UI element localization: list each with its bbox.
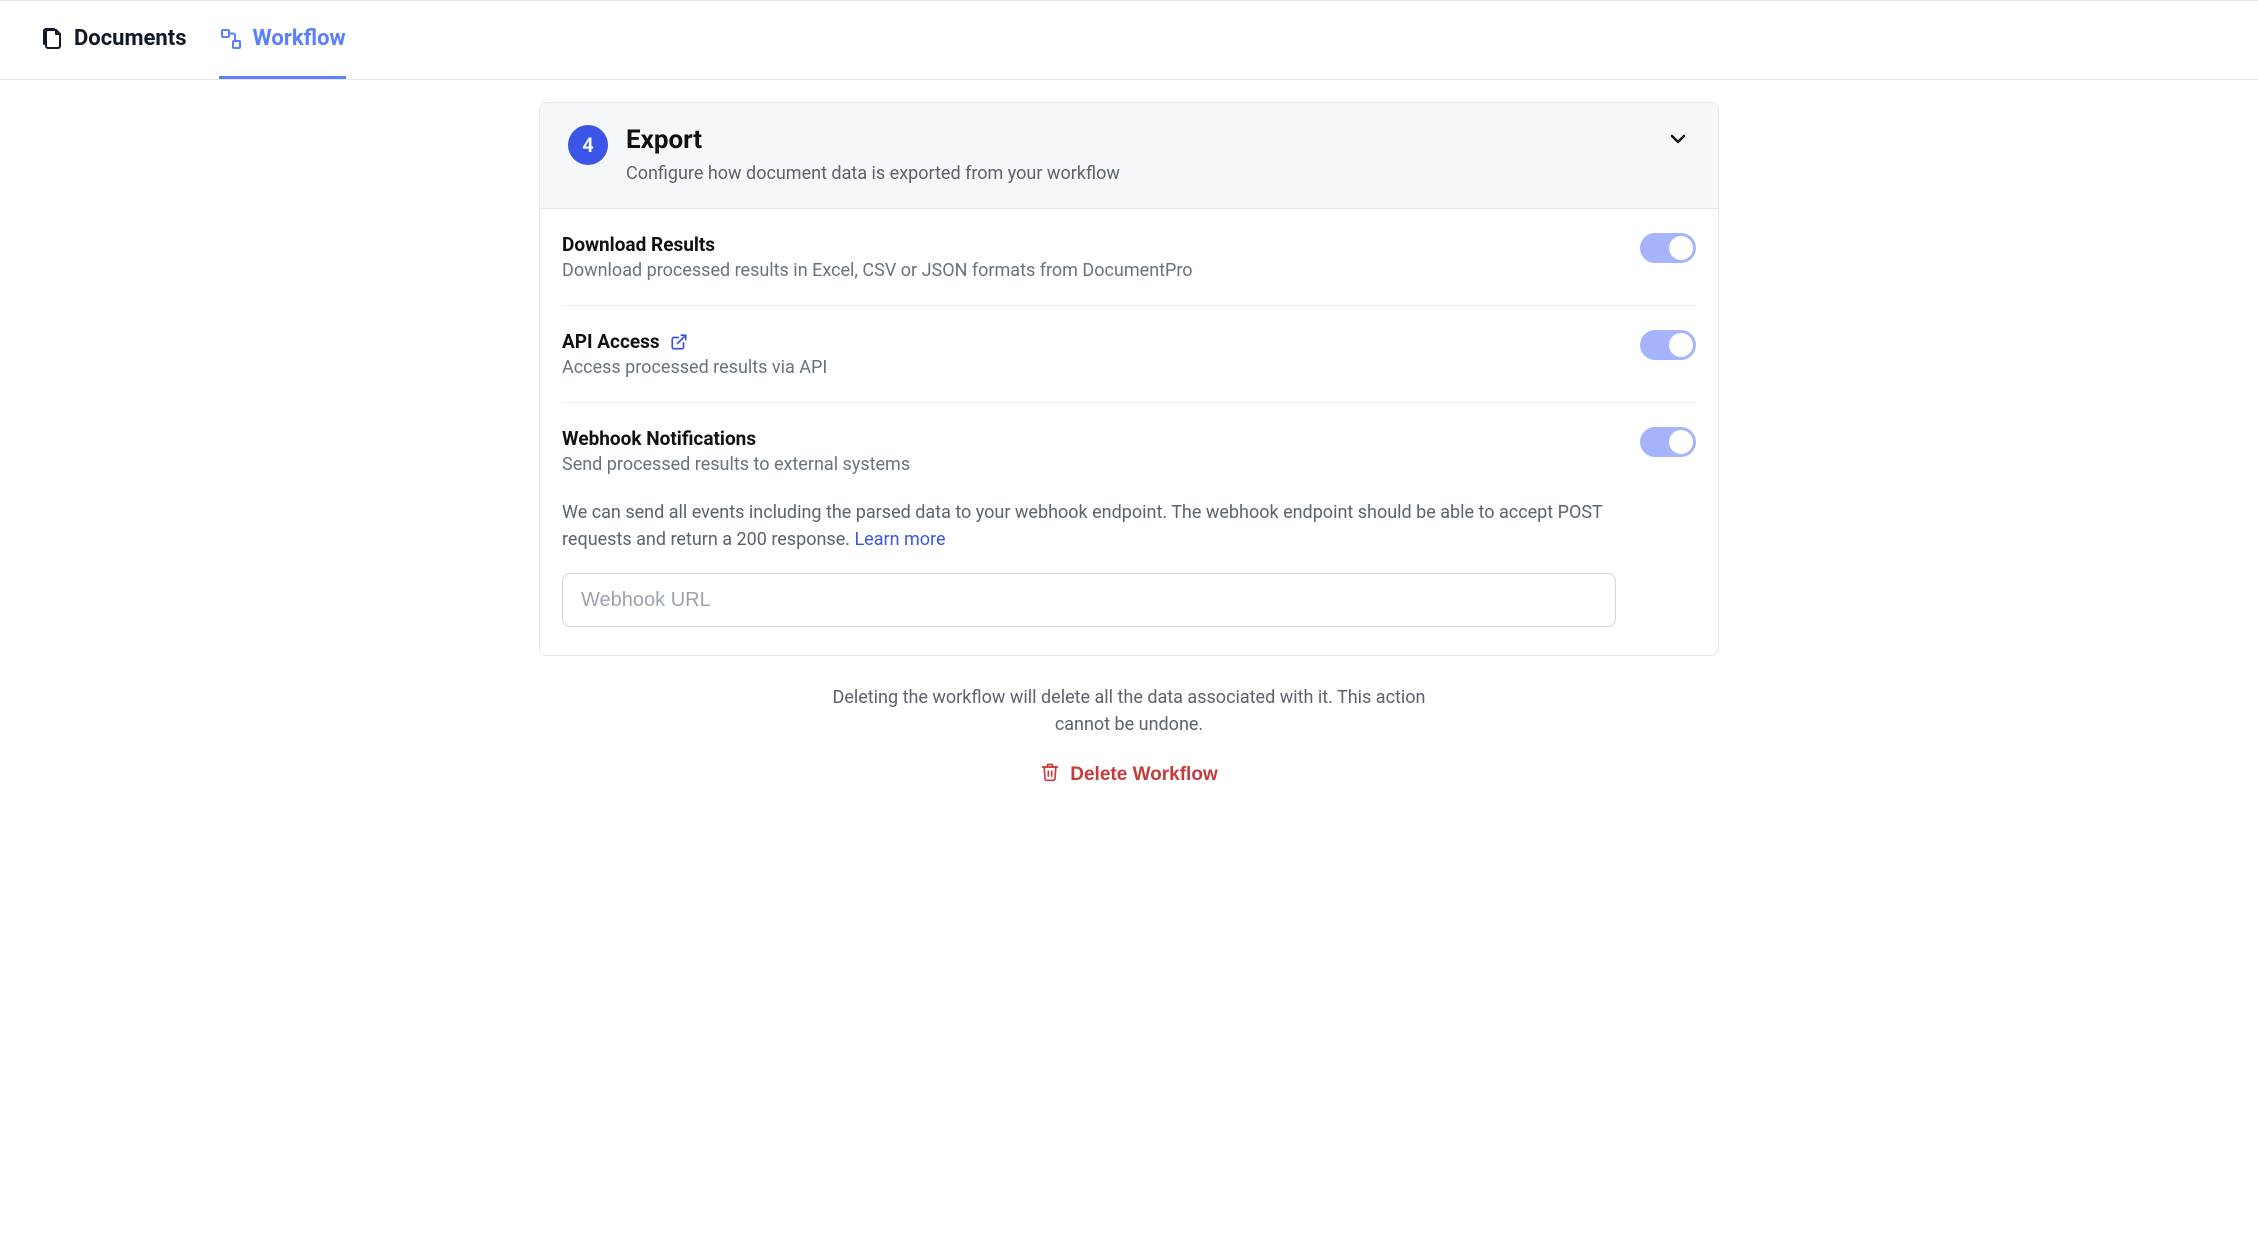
delete-workflow-label: Delete Workflow <box>1070 764 1217 786</box>
delete-workflow-button[interactable]: Delete Workflow <box>1040 762 1217 788</box>
step-badge: 4 <box>568 125 608 165</box>
content-area: 4 Export Configure how document data is … <box>539 102 1719 828</box>
webhook-url-input[interactable] <box>562 573 1616 627</box>
option-download: Download Results Download processed resu… <box>562 209 1696 306</box>
external-link-icon[interactable] <box>670 333 688 351</box>
webhook-help-text: We can send all events including the par… <box>562 499 1616 553</box>
tab-documents[interactable]: Documents <box>40 1 187 79</box>
tab-documents-label: Documents <box>74 26 187 51</box>
option-webhook-title: Webhook Notifications <box>562 427 1616 450</box>
delete-section: Deleting the workflow will delete all th… <box>539 684 1719 788</box>
tab-workflow[interactable]: Workflow <box>219 1 346 79</box>
option-api-title: API Access <box>562 330 660 353</box>
tabs-nav: Documents Workflow <box>0 0 2258 80</box>
option-api-desc: Access processed results via API <box>562 357 1616 378</box>
chevron-down-icon[interactable] <box>1666 127 1690 155</box>
panel-title: Export <box>626 125 1648 155</box>
option-download-desc: Download processed results in Excel, CSV… <box>562 260 1616 281</box>
documents-icon <box>40 27 64 51</box>
option-download-title: Download Results <box>562 233 1616 256</box>
trash-icon <box>1040 762 1060 788</box>
option-api: API Access Access processed results via … <box>562 306 1696 403</box>
option-webhook: Webhook Notifications Send processed res… <box>562 403 1696 655</box>
webhook-toggle[interactable] <box>1640 427 1696 457</box>
panel-body: Download Results Download processed resu… <box>540 209 1718 655</box>
learn-more-link[interactable]: Learn more <box>854 529 945 550</box>
export-panel: 4 Export Configure how document data is … <box>539 102 1719 656</box>
panel-subtitle: Configure how document data is exported … <box>626 163 1648 184</box>
download-toggle[interactable] <box>1640 233 1696 263</box>
step-number: 4 <box>582 133 593 157</box>
export-panel-header[interactable]: 4 Export Configure how document data is … <box>540 103 1718 209</box>
option-webhook-desc: Send processed results to external syste… <box>562 454 1616 475</box>
tab-workflow-label: Workflow <box>253 26 346 51</box>
delete-warning: Deleting the workflow will delete all th… <box>809 684 1449 738</box>
workflow-icon <box>219 27 243 51</box>
api-toggle[interactable] <box>1640 330 1696 360</box>
